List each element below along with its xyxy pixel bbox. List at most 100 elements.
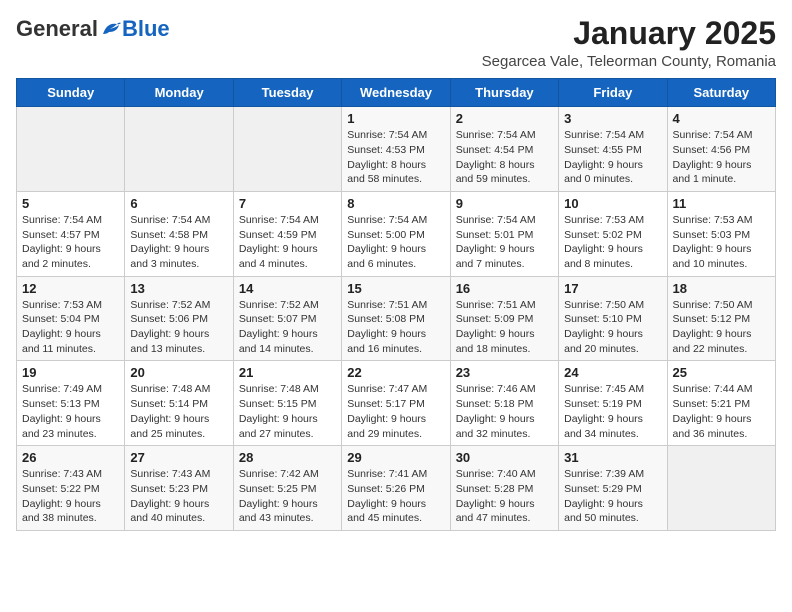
weekday-header: Monday xyxy=(125,79,233,107)
calendar-cell: 14Sunrise: 7:52 AMSunset: 5:07 PMDayligh… xyxy=(233,276,341,361)
calendar-cell: 20 Sunrise: 7:48 AMSunset: 5:14 PMDayligh… xyxy=(125,361,233,446)
day-info: Sunrise: 7:48 AMSunset: 5:15 PMDaylight:… xyxy=(239,382,336,441)
day-info: Sunrise: 7:54 AMSunset: 5:01 PMDaylight:… xyxy=(456,213,553,272)
weekday-header-row: SundayMondayTuesdayWednesdayThursdayFrid… xyxy=(17,79,776,107)
calendar-cell: 24 Sunrise: 7:45 AMSunset: 5:19 PMDayligh… xyxy=(559,361,667,446)
day-info: Sunrise: 7:51 AMSunset: 5:09 PMDaylight:… xyxy=(456,298,553,357)
day-info: Sunrise: 7:48 AMSunset: 5:14 PMDaylight:… xyxy=(130,382,227,441)
title-block: January 2025 Segarcea Vale, Teleorman Co… xyxy=(482,16,776,70)
calendar-cell: 9Sunrise: 7:54 AMSunset: 5:01 PMDaylight… xyxy=(450,191,558,276)
calendar-cell: 16Sunrise: 7:51 AMSunset: 5:09 PMDayligh… xyxy=(450,276,558,361)
location-subtitle: Segarcea Vale, Teleorman County, Romania xyxy=(482,53,776,70)
day-number: 14 xyxy=(239,281,336,296)
day-number: 2 xyxy=(456,111,553,126)
calendar-week-row: 1Sunrise: 7:54 AMSunset: 4:53 PMDaylight… xyxy=(17,107,776,192)
day-info: Sunrise: 7:49 AMSunset: 5:13 PMDaylight:… xyxy=(22,382,119,441)
calendar-cell: 8Sunrise: 7:54 AMSunset: 5:00 PMDaylight… xyxy=(342,191,450,276)
day-info: Sunrise: 7:40 AMSunset: 5:28 PMDaylight:… xyxy=(456,467,553,526)
day-number: 12 xyxy=(22,281,119,296)
day-number: 21 xyxy=(239,365,336,380)
calendar-cell: 2 Sunrise: 7:54 AMSunset: 4:54 PMDaylight… xyxy=(450,107,558,192)
calendar-cell: 3Sunrise: 7:54 AMSunset: 4:55 PMDaylight… xyxy=(559,107,667,192)
day-number: 4 xyxy=(673,111,770,126)
weekday-header: Tuesday xyxy=(233,79,341,107)
day-info: Sunrise: 7:53 AMSunset: 5:02 PMDaylight:… xyxy=(564,213,661,272)
day-info: Sunrise: 7:51 AMSunset: 5:08 PMDaylight:… xyxy=(347,298,444,357)
calendar-cell: 27 Sunrise: 7:43 AMSunset: 5:23 PMDayligh… xyxy=(125,446,233,531)
calendar-week-row: 19Sunrise: 7:49 AMSunset: 5:13 PMDayligh… xyxy=(17,361,776,446)
logo-bird-icon xyxy=(99,20,121,38)
calendar-cell: 11 Sunrise: 7:53 AMSunset: 5:03 PMDayligh… xyxy=(667,191,775,276)
day-info: Sunrise: 7:43 AMSunset: 5:23 PMDaylight:… xyxy=(130,467,227,526)
calendar-cell: 4 Sunrise: 7:54 AMSunset: 4:56 PMDaylight… xyxy=(667,107,775,192)
weekday-header: Wednesday xyxy=(342,79,450,107)
weekday-header: Sunday xyxy=(17,79,125,107)
day-number: 7 xyxy=(239,196,336,211)
calendar-week-row: 5Sunrise: 7:54 AMSunset: 4:57 PMDaylight… xyxy=(17,191,776,276)
calendar-cell: 21 Sunrise: 7:48 AMSunset: 5:15 PMDayligh… xyxy=(233,361,341,446)
day-info: Sunrise: 7:54 AMSunset: 4:54 PMDaylight:… xyxy=(456,128,553,187)
day-number: 13 xyxy=(130,281,227,296)
day-number: 20 xyxy=(130,365,227,380)
calendar-cell: 6Sunrise: 7:54 AMSunset: 4:58 PMDaylight… xyxy=(125,191,233,276)
day-info: Sunrise: 7:43 AMSunset: 5:22 PMDaylight:… xyxy=(22,467,119,526)
day-number: 26 xyxy=(22,450,119,465)
calendar-cell: 30 Sunrise: 7:40 AMSunset: 5:28 PMDayligh… xyxy=(450,446,558,531)
day-info: Sunrise: 7:50 AMSunset: 5:10 PMDaylight:… xyxy=(564,298,661,357)
day-number: 1 xyxy=(347,111,444,126)
day-info: Sunrise: 7:46 AMSunset: 5:18 PMDaylight:… xyxy=(456,382,553,441)
day-number: 24 xyxy=(564,365,661,380)
day-number: 10 xyxy=(564,196,661,211)
day-number: 25 xyxy=(673,365,770,380)
day-info: Sunrise: 7:52 AMSunset: 5:06 PMDaylight:… xyxy=(130,298,227,357)
calendar-cell: 17 Sunrise: 7:50 AMSunset: 5:10 PMDayligh… xyxy=(559,276,667,361)
day-info: Sunrise: 7:39 AMSunset: 5:29 PMDaylight:… xyxy=(564,467,661,526)
day-info: Sunrise: 7:53 AMSunset: 5:04 PMDaylight:… xyxy=(22,298,119,357)
calendar-cell: 31Sunrise: 7:39 AMSunset: 5:29 PMDayligh… xyxy=(559,446,667,531)
day-info: Sunrise: 7:47 AMSunset: 5:17 PMDaylight:… xyxy=(347,382,444,441)
day-number: 17 xyxy=(564,281,661,296)
calendar-cell: 19Sunrise: 7:49 AMSunset: 5:13 PMDayligh… xyxy=(17,361,125,446)
logo-general: General xyxy=(16,16,98,42)
logo: General Blue xyxy=(16,16,170,42)
day-number: 22 xyxy=(347,365,444,380)
day-number: 11 xyxy=(673,196,770,211)
calendar-cell: 1Sunrise: 7:54 AMSunset: 4:53 PMDaylight… xyxy=(342,107,450,192)
day-info: Sunrise: 7:45 AMSunset: 5:19 PMDaylight:… xyxy=(564,382,661,441)
weekday-header: Thursday xyxy=(450,79,558,107)
day-number: 28 xyxy=(239,450,336,465)
day-number: 23 xyxy=(456,365,553,380)
day-number: 18 xyxy=(673,281,770,296)
day-number: 15 xyxy=(347,281,444,296)
day-info: Sunrise: 7:42 AMSunset: 5:25 PMDaylight:… xyxy=(239,467,336,526)
calendar-cell: 12 Sunrise: 7:53 AMSunset: 5:04 PMDayligh… xyxy=(17,276,125,361)
day-info: Sunrise: 7:54 AMSunset: 4:58 PMDaylight:… xyxy=(130,213,227,272)
day-info: Sunrise: 7:54 AMSunset: 4:59 PMDaylight:… xyxy=(239,213,336,272)
day-info: Sunrise: 7:50 AMSunset: 5:12 PMDaylight:… xyxy=(673,298,770,357)
calendar-cell: 25 Sunrise: 7:44 AMSunset: 5:21 PMDayligh… xyxy=(667,361,775,446)
calendar-cell xyxy=(233,107,341,192)
calendar-cell: 5Sunrise: 7:54 AMSunset: 4:57 PMDaylight… xyxy=(17,191,125,276)
calendar-cell: 13 Sunrise: 7:52 AMSunset: 5:06 PMDayligh… xyxy=(125,276,233,361)
day-number: 29 xyxy=(347,450,444,465)
calendar-cell: 28 Sunrise: 7:42 AMSunset: 5:25 PMDayligh… xyxy=(233,446,341,531)
weekday-header: Friday xyxy=(559,79,667,107)
logo-blue: Blue xyxy=(122,16,170,42)
day-info: Sunrise: 7:54 AMSunset: 4:55 PMDaylight:… xyxy=(564,128,661,187)
calendar-cell: 18 Sunrise: 7:50 AMSunset: 5:12 PMDayligh… xyxy=(667,276,775,361)
day-number: 5 xyxy=(22,196,119,211)
calendar-cell xyxy=(17,107,125,192)
day-info: Sunrise: 7:53 AMSunset: 5:03 PMDaylight:… xyxy=(673,213,770,272)
day-number: 27 xyxy=(130,450,227,465)
calendar-cell: 15 Sunrise: 7:51 AMSunset: 5:08 PMDayligh… xyxy=(342,276,450,361)
day-info: Sunrise: 7:44 AMSunset: 5:21 PMDaylight:… xyxy=(673,382,770,441)
day-number: 30 xyxy=(456,450,553,465)
calendar-cell xyxy=(667,446,775,531)
page-header: General Blue January 2025 Segarcea Vale,… xyxy=(16,16,776,70)
calendar-cell: 26 Sunrise: 7:43 AMSunset: 5:22 PMDayligh… xyxy=(17,446,125,531)
day-info: Sunrise: 7:41 AMSunset: 5:26 PMDaylight:… xyxy=(347,467,444,526)
calendar-cell xyxy=(125,107,233,192)
day-info: Sunrise: 7:54 AMSunset: 4:56 PMDaylight:… xyxy=(673,128,770,187)
weekday-header: Saturday xyxy=(667,79,775,107)
calendar-cell: 10 Sunrise: 7:53 AMSunset: 5:02 PMDayligh… xyxy=(559,191,667,276)
